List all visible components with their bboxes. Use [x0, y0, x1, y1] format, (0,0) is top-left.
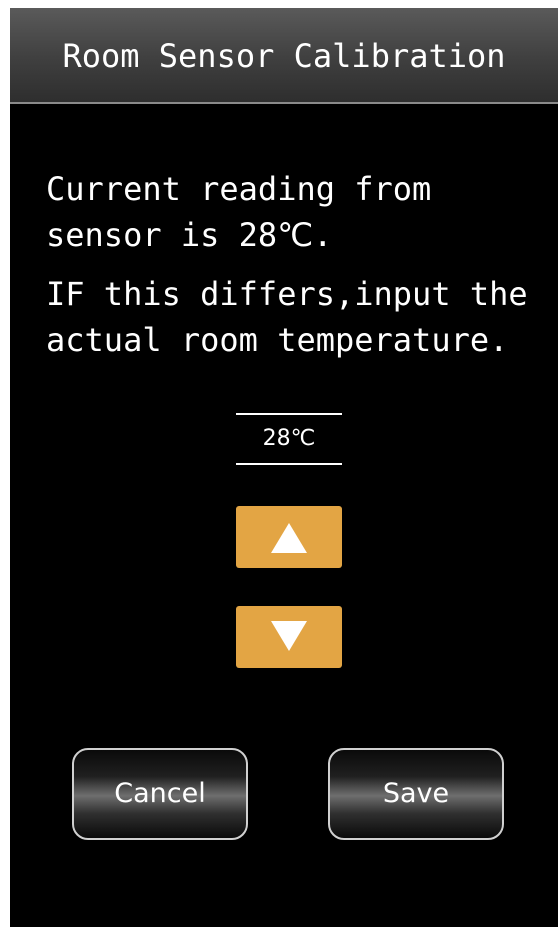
increase-temperature-button[interactable] [236, 506, 342, 568]
triangle-down-icon [271, 621, 307, 651]
temperature-value: 28℃ [236, 413, 342, 465]
decrease-temperature-button[interactable] [236, 606, 342, 668]
page-title: Room Sensor Calibration [62, 37, 506, 75]
current-reading-text: Current reading from sensor is 28℃. [46, 170, 432, 254]
cancel-button[interactable]: Cancel [72, 748, 248, 840]
save-button[interactable]: Save [328, 748, 504, 840]
instruction-text: IF this differs,input the actual room te… [46, 275, 528, 359]
title-bar: Room Sensor Calibration [10, 8, 558, 104]
triangle-up-icon [271, 523, 307, 553]
calibration-screen: Room Sensor Calibration Current reading … [10, 8, 558, 927]
